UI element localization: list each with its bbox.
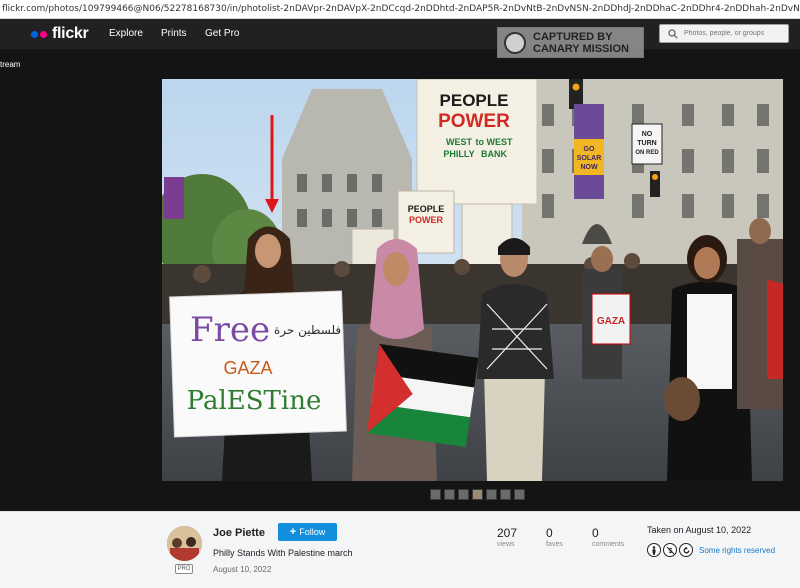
- left-sign-text-free: Free: [190, 310, 270, 350]
- plus-icon: +: [289, 526, 297, 538]
- views-stat: 207 views: [497, 526, 517, 548]
- solar-banner-text-2: SOLAR: [577, 155, 602, 162]
- no-turn-sign-text-1: NO: [642, 131, 653, 138]
- center-sign-text-5: PHILLY: [443, 149, 474, 159]
- comments-label: comments: [592, 541, 625, 548]
- faves-stat: 0 faves: [546, 526, 563, 548]
- follow-button[interactable]: + Follow: [278, 523, 337, 541]
- right-sign-text: GAZA: [597, 316, 625, 327]
- faves-label: faves: [546, 541, 563, 548]
- canary-mission-watermark: CAPTURED BY CANARY MISSION: [497, 27, 644, 58]
- owner-name[interactable]: Joe Piette: [213, 527, 265, 539]
- solar-banner-text-1: GO: [584, 146, 595, 153]
- search-box[interactable]: [659, 24, 789, 43]
- watermark-text: CAPTURED BY CANARY MISSION: [533, 31, 629, 55]
- date-taken: Taken on August 10, 2022: [647, 525, 752, 535]
- license-link[interactable]: Some rights reserved: [699, 546, 775, 555]
- left-sign-text-palestine: PalESTine: [187, 386, 322, 416]
- search-input[interactable]: [684, 30, 784, 37]
- comments-stat: 0 comments: [592, 526, 624, 548]
- watermark-line-1: CAPTURED BY: [533, 30, 613, 43]
- watermark-seal-icon: [504, 31, 526, 54]
- top-navigation: flickr Explore Prints Get Pro: [0, 19, 800, 49]
- address-bar[interactable]: flickr.com/photos/109799466@N06/52278168…: [0, 0, 800, 19]
- small-sign-text-2: POWER: [409, 215, 444, 225]
- no-turn-sign-text-3: ON RED: [635, 150, 659, 156]
- license-info[interactable]: $ Some rights reserved: [647, 543, 775, 557]
- thumbnail-7[interactable]: [514, 489, 525, 500]
- nav-prints[interactable]: Prints: [161, 19, 187, 49]
- nav-explore[interactable]: Explore: [109, 19, 143, 49]
- follow-button-label: Follow: [299, 527, 326, 537]
- small-sign-text-1: PEOPLE: [408, 204, 445, 214]
- center-sign-text-4: to WEST: [476, 137, 513, 147]
- pro-badge: PRO: [175, 564, 193, 574]
- logo-text: flickr: [52, 25, 89, 42]
- solar-banner-text-3: NOW: [580, 164, 598, 171]
- center-sign-text-1: PEOPLE: [440, 91, 509, 110]
- left-sign-text-arabic: فلسطين حرة: [274, 323, 341, 338]
- left-sign-text-gaza: GAZA: [223, 358, 272, 378]
- avatar-image: [167, 526, 202, 561]
- nav-get-pro[interactable]: Get Pro: [205, 19, 239, 49]
- faves-count: 0: [546, 526, 553, 540]
- thumbnail-3[interactable]: [458, 489, 469, 500]
- logo-blue-dot: [31, 30, 38, 38]
- photo-title: Philly Stands With Palestine march: [213, 548, 353, 558]
- no-turn-sign-text-2: TURN: [637, 140, 656, 147]
- owner-avatar[interactable]: [167, 526, 202, 561]
- main-photo[interactable]: NO TURN ON RED GO SOLAR NOW PEOPLE POWER…: [162, 79, 783, 481]
- back-to-photostream-link[interactable]: tream: [0, 60, 20, 69]
- watermark-line-2: CANARY MISSION: [533, 42, 629, 55]
- thumbnail-2[interactable]: [444, 489, 455, 500]
- search-icon: [668, 28, 678, 39]
- cc-attribution-icon: [647, 543, 661, 557]
- protest-photo-illustration: NO TURN ON RED GO SOLAR NOW PEOPLE POWER…: [162, 79, 783, 481]
- comments-count: 0: [592, 526, 599, 540]
- center-sign-text-6: BANK: [481, 149, 507, 159]
- photostream-thumbnails: [430, 489, 525, 500]
- cc-noncommercial-icon: $: [663, 543, 677, 557]
- thumbnail-1[interactable]: [430, 489, 441, 500]
- flickr-logo[interactable]: flickr: [31, 25, 89, 42]
- logo-pink-dot: [40, 30, 47, 38]
- center-sign-text-3: WEST: [446, 137, 473, 147]
- thumbnail-5[interactable]: [486, 489, 497, 500]
- cc-sharealike-icon: [679, 543, 693, 557]
- thumbnail-4-current[interactable]: [472, 489, 483, 500]
- views-count: 207: [497, 526, 518, 540]
- center-sign-text-2: POWER: [438, 111, 510, 132]
- views-label: views: [497, 541, 515, 548]
- thumbnail-6[interactable]: [500, 489, 511, 500]
- posted-date: August 10, 2022: [213, 565, 272, 574]
